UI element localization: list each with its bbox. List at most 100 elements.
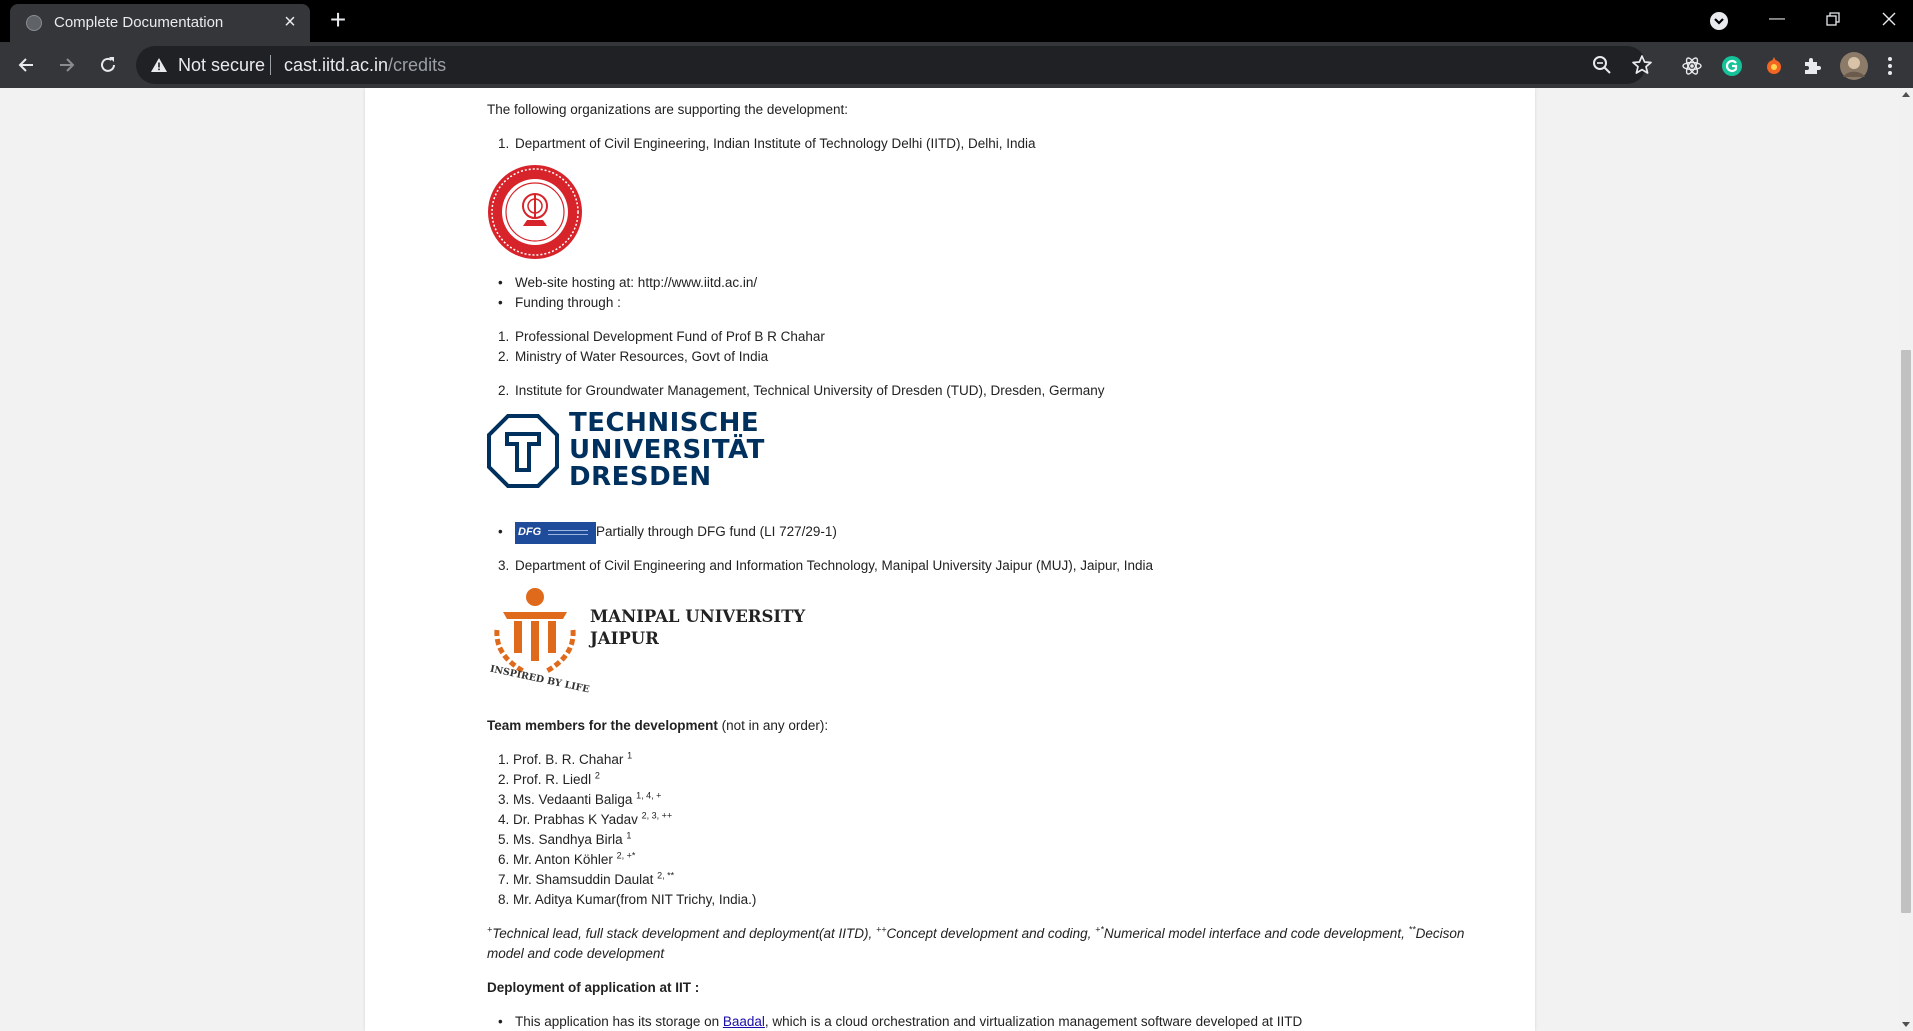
team-name: Mr. Anton Köhler xyxy=(513,852,613,867)
tab-search-icon[interactable] xyxy=(1706,8,1732,34)
team-name: Mr. Aditya Kumar(from NIT Trichy, India.… xyxy=(513,892,757,907)
reload-icon[interactable] xyxy=(92,49,124,81)
team-heading: Team members for the development (not in… xyxy=(487,718,828,733)
team-name: Prof. R. Liedl xyxy=(513,772,592,787)
minimize-icon[interactable]: — xyxy=(1757,4,1797,34)
footnote-text: Technical lead, full stack development a… xyxy=(492,926,876,941)
muj-logo: INSPIRED BY LIFE MANIPAL UNIVERSITY JAIP… xyxy=(485,586,805,696)
footnote-line: model and code development xyxy=(487,946,665,961)
team-list-item: 8. Mr. Aditya Kumar(from NIT Trichy, Ind… xyxy=(498,892,756,907)
footnote-text: Numerical model interface and code devel… xyxy=(1103,926,1409,941)
bullet-dot: • xyxy=(498,295,503,310)
deploy-text: This application has its storage on Baad… xyxy=(515,1014,1302,1029)
tud-logo-line: UNIVERSITÄT xyxy=(569,435,765,465)
footnote-marker: ** xyxy=(1408,924,1416,935)
team-affiliation: 2, ** xyxy=(657,870,675,881)
muj-logo-line: JAIPUR xyxy=(590,629,659,648)
scroll-down-arrow-icon[interactable] xyxy=(1902,1022,1910,1027)
security-label[interactable]: Not secure xyxy=(178,55,265,76)
footnote-line: +Technical lead, full stack development … xyxy=(487,924,1465,941)
team-heading-note: (not in any order): xyxy=(721,718,829,733)
address-separator xyxy=(270,55,271,75)
team-name: Ms. Sandhya Birla xyxy=(513,832,623,847)
team-list-item: 4. Dr. Prabhas K Yadav 2, 3, ++ xyxy=(498,811,672,827)
footnote-text: Decison xyxy=(1415,926,1465,941)
tud-logo-line: TECHNISCHE xyxy=(569,408,760,438)
team-affiliation: 2 xyxy=(594,770,600,781)
iitd-logo xyxy=(487,164,583,260)
deploy-text-before: This application has its storage on xyxy=(515,1014,723,1029)
org2-title: Institute for Groundwater Management, Te… xyxy=(515,383,1105,398)
browser-menu-icon[interactable] xyxy=(1882,54,1898,78)
bullet-dot: • xyxy=(498,275,503,290)
extension-orange-icon[interactable] xyxy=(1762,54,1786,78)
team-num: 6. xyxy=(498,852,510,867)
dfg-badge-text: DFG xyxy=(518,526,542,538)
footnote-text: Concept development and coding, xyxy=(886,926,1096,941)
funding-item: Professional Development Fund of Prof B … xyxy=(515,329,825,344)
dfg-text: Partially through DFG fund (LI 727/29-1) xyxy=(596,524,837,539)
org3-title: Department of Civil Engineering and Info… xyxy=(515,558,1154,573)
browser-toolbar: Not secure cast.iitd.ac.in/credits xyxy=(0,42,1913,88)
funding-item: Ministry of Water Resources, Govt of Ind… xyxy=(515,349,769,364)
restore-icon[interactable] xyxy=(1813,4,1853,34)
close-tab-icon[interactable]: × xyxy=(280,10,300,34)
team-list-item: 7. Mr. Shamsuddin Daulat 2, ** xyxy=(498,870,675,887)
dfg-badge: DFG xyxy=(515,522,596,544)
team-list-item: 3. Ms. Vedaanti Baliga 1, 4, + xyxy=(498,790,662,807)
team-name: Prof. B. R. Chahar xyxy=(513,752,624,767)
team-num: 7. xyxy=(498,872,510,887)
dfg-badge-rule xyxy=(548,534,588,535)
close-window-icon[interactable] xyxy=(1869,4,1909,34)
bookmark-star-icon[interactable] xyxy=(1631,54,1653,76)
muj-logo-line: MANIPAL UNIVERSITY xyxy=(590,607,806,626)
forward-arrow-icon[interactable] xyxy=(51,49,83,81)
team-name: Mr. Shamsuddin Daulat xyxy=(513,872,654,887)
back-arrow-icon[interactable] xyxy=(10,49,42,81)
team-list-item: 1. Prof. B. R. Chahar 1 xyxy=(498,750,633,767)
org3-number: 3. xyxy=(498,558,510,573)
team-list-item: 6. Mr. Anton Köhler 2, +* xyxy=(498,850,636,867)
team-num: 4. xyxy=(498,812,510,827)
org1-number: 1. xyxy=(498,136,510,151)
baadal-link[interactable]: Baadal xyxy=(723,1014,765,1029)
tab-title: Complete Documentation xyxy=(54,14,224,31)
tab-active[interactable]: Complete Documentation × xyxy=(10,4,310,42)
team-list-item: 2. Prof. R. Liedl 2 xyxy=(498,770,600,787)
team-affiliation: 2, +* xyxy=(616,850,636,861)
funding-bullet: Funding through : xyxy=(515,295,621,310)
url-text[interactable]: cast.iitd.ac.in/credits xyxy=(284,55,446,76)
team-name: Dr. Prabhas K Yadav xyxy=(513,812,638,827)
tud-logo: TECHNISCHE UNIVERSITÄT DRESDEN xyxy=(487,410,764,492)
new-tab-button[interactable]: + xyxy=(324,6,352,34)
team-num: 8. xyxy=(498,892,510,907)
team-num: 5. xyxy=(498,832,510,847)
team-num: 1. xyxy=(498,752,510,767)
page-scrollbar[interactable] xyxy=(1899,88,1913,1031)
profile-avatar[interactable] xyxy=(1839,51,1869,81)
funding-number: 2. xyxy=(498,349,510,364)
zoom-icon[interactable] xyxy=(1591,54,1613,76)
grammarly-icon[interactable] xyxy=(1720,54,1744,78)
intro-text: The following organizations are supporti… xyxy=(487,102,848,117)
org2-number: 2. xyxy=(498,383,510,398)
deploy-heading: Deployment of application at IIT : xyxy=(487,980,700,995)
bullet-dot: • xyxy=(498,524,503,539)
scroll-up-arrow-icon[interactable] xyxy=(1902,92,1910,97)
team-list-item: 5. Ms. Sandhya Birla 1 xyxy=(498,830,632,847)
content-panel: The following organizations are supporti… xyxy=(365,88,1535,1031)
scroll-thumb[interactable] xyxy=(1901,350,1911,913)
react-devtools-icon[interactable] xyxy=(1680,54,1704,78)
team-affiliation: 1, 4, + xyxy=(636,790,662,801)
address-bar[interactable]: Not secure cast.iitd.ac.in/credits xyxy=(136,46,1652,84)
dfg-badge-rule xyxy=(548,530,588,531)
url-host: cast.iitd.ac.in xyxy=(284,55,389,75)
team-num: 2. xyxy=(498,772,510,787)
funding-number: 1. xyxy=(498,329,510,344)
url-path: /credits xyxy=(388,55,447,75)
warning-icon[interactable] xyxy=(150,57,168,78)
team-affiliation: 1 xyxy=(627,750,633,761)
team-affiliation: 1 xyxy=(626,830,632,841)
footnote-marker: ++ xyxy=(875,924,887,935)
extensions-puzzle-icon[interactable] xyxy=(1800,54,1824,78)
